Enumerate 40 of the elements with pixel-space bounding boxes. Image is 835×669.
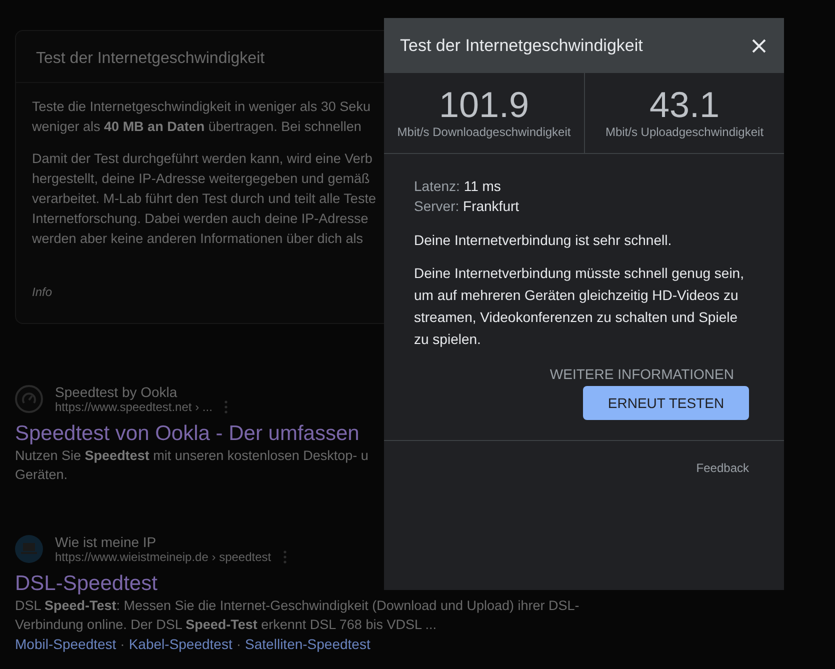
summary-text: Deine Internetverbindung ist sehr schnell. [414,232,673,248]
snippet-line: Nutzen Sie Speedtest mit unseren kostenlosen Desktop- u [15,447,368,465]
explanation-text: Deine Internetverbindung müsste schnell genug sein, um auf mehreren Geräten gleichzeitig HD-Videos zu streamen, Videokonferenzen zu schalten und Spiele zu spielen. [414,264,745,349]
separator: · [236,636,242,652]
result-title[interactable]: DSL-Speedtest [15,572,158,596]
laptop-icon [15,535,43,563]
sitelink[interactable]: Mobil-Speedtest [15,636,116,652]
snippet-line: Verbindung online. Der DSL Speed-Test erkennt DSL 768 bis VDSL ... [15,616,436,634]
retest-button[interactable]: ERNEUT TESTEN [583,386,749,420]
close-button[interactable] [750,36,768,54]
site-url: https://www.speedtest.net › ... [55,400,212,414]
paragraph-line: Teste die Internetgeschwindigkeit in weniger als 30 Seku [32,98,370,116]
paragraph-line: werden aber keine anderen Informationen über dich als [32,230,363,248]
info-label: Info [32,285,52,299]
site-name: Wie ist meine IP [55,534,158,550]
snippet-line: Geräten. [15,466,68,484]
close-icon [752,38,766,52]
sitelink[interactable]: Kabel-Speedtest [128,636,232,652]
detail-line: Latenz: 11 ms [414,177,502,196]
result-title[interactable]: Speedtest von Ookla - Der umfassen [15,422,360,446]
speed-value: 43.1 [649,85,720,125]
more-icon[interactable] [283,550,288,564]
speed-label: Mbit/s Downloadgeschwindigkeit [397,125,571,139]
feedback-link[interactable]: Feedback [696,461,749,475]
speed-value: 101.9 [438,85,530,125]
paragraph-line: Internetforschung. Dabei werden auch deine IP-Adresse [32,210,368,228]
speed-label: Mbit/s Uploadgeschwindigkeit [605,125,764,139]
paragraph-line: verarbeitet. M-Lab führt den Test durch und teilt alle Teste [32,190,376,208]
paragraph-line: weniger als 40 MB an Daten übertragen. Bei schnellen [32,118,362,136]
site-name: Speedtest by Ookla [55,384,178,400]
separator: · [120,636,125,652]
sitelink[interactable]: Satelliten-Speedtest [245,636,370,652]
more-icon[interactable] [224,400,228,414]
detail-line: Server: Frankfurt [414,197,520,216]
snippet-line: DSL Speed-Test: Messen Sie die Internet-Geschwindigkeit (Download und Upload) ihrer DSL- [15,597,580,615]
gauge-icon [15,385,43,413]
paragraph-line: hergestellt, deine IP-Adresse weitergegeben und gemäß [32,170,370,188]
paragraph-line: Damit der Test durchgeführt werden kann, wird eine Verb [32,150,372,168]
more-info-link[interactable]: WEITERE INFORMATIONEN [550,366,734,382]
site-url: https://www.wieistmeineip.de › speedtest [55,550,272,564]
